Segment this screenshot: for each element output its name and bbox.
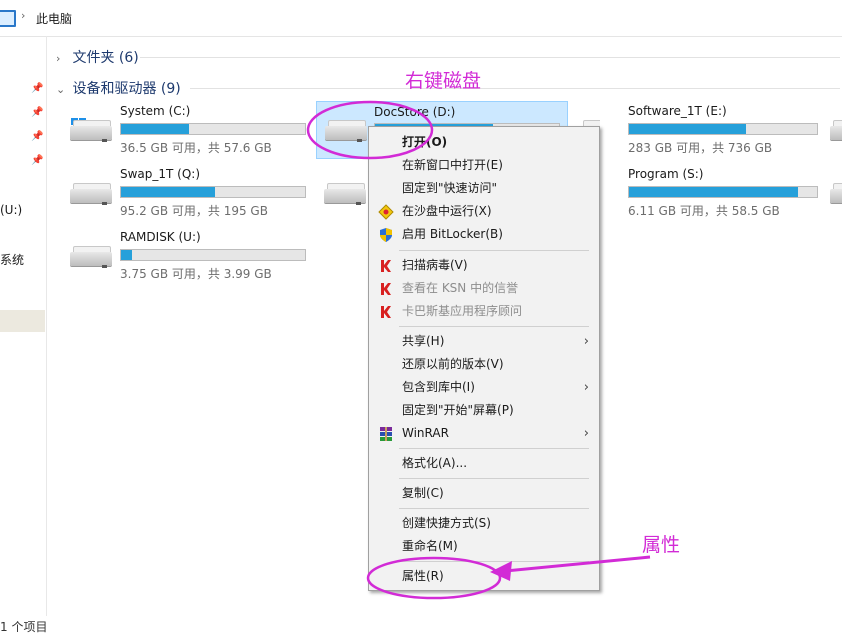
- pin-icon: 📌: [31, 107, 44, 118]
- drive-tile[interactable]: Swap_1T (Q:) 95.2 GB 可用，共 195 GB: [70, 167, 310, 219]
- drive-icon: [830, 181, 842, 205]
- drive-usage-bar: [120, 186, 306, 198]
- breadcrumb-this-pc[interactable]: 此电脑: [36, 10, 72, 27]
- drive-space-info: 36.5 GB 可用，共 57.6 GB: [120, 141, 272, 155]
- drives-group-header[interactable]: ⌄ 设备和驱动器 (9): [56, 78, 840, 98]
- navigation-pane[interactable]: 📌 📌 📌 📌 (U:) 系统: [0, 36, 47, 616]
- menu-item-pin-quick-access[interactable]: 固定到"快速访问": [369, 177, 599, 200]
- menu-item-pin-start[interactable]: 固定到"开始"屏幕(P): [369, 399, 599, 422]
- drive-tile[interactable]: Software_1T (E:) 283 GB 可用，共 736 GB: [578, 104, 818, 156]
- menu-item-create-shortcut[interactable]: 创建快捷方式(S): [369, 512, 599, 535]
- nav-item-system[interactable]: 系统: [0, 251, 24, 268]
- nav-item-ramdisk[interactable]: (U:): [0, 203, 22, 217]
- folders-group-label: 文件夹 (6): [72, 50, 139, 66]
- drives-group-label: 设备和驱动器 (9): [72, 81, 181, 97]
- drive-tile[interactable]: RAMDISK (U:) 3.75 GB 可用，共 3.99 GB: [70, 230, 310, 282]
- drive-tile[interactable]: Program (S:) 6.11 GB 可用，共 58.5 GB: [578, 167, 818, 219]
- menu-item-rename[interactable]: 重命名(M): [369, 535, 599, 558]
- kaspersky-icon: [381, 260, 391, 272]
- menu-item-scan-virus[interactable]: 扫描病毒(V): [369, 254, 599, 277]
- drive-icon: [325, 118, 367, 142]
- drive-usage-bar: [120, 123, 306, 135]
- chevron-right-icon: ›: [583, 380, 589, 395]
- drive-tile-partial[interactable]: [830, 181, 842, 233]
- menu-item-kaspersky-advisor[interactable]: 卡巴斯基应用程序顾问: [369, 300, 599, 323]
- chevron-down-icon: ⌄: [56, 83, 66, 96]
- drive-space-info: 3.75 GB 可用，共 3.99 GB: [120, 267, 272, 281]
- nav-item-selected[interactable]: [0, 310, 45, 332]
- menu-item-open-new-window[interactable]: 在新窗口中打开(E): [369, 154, 599, 177]
- this-pc-icon: [0, 10, 16, 27]
- drive-icon: [70, 244, 112, 268]
- windows-drive-icon: [70, 118, 112, 142]
- menu-item-format[interactable]: 格式化(A)...: [369, 452, 599, 475]
- annotation-properties: 属性: [642, 534, 681, 556]
- folders-group-header[interactable]: › 文件夹 (6): [56, 47, 840, 67]
- context-menu[interactable]: 打开(O) 在新窗口中打开(E) 固定到"快速访问" 在沙盘中运行(X) 启用 …: [368, 126, 600, 591]
- drive-icon: [830, 118, 842, 142]
- chevron-right-icon: ›: [583, 334, 589, 349]
- drive-tile[interactable]: [324, 167, 368, 219]
- menu-item-share[interactable]: 共享(H) ›: [369, 330, 599, 353]
- pin-icon: 📌: [31, 155, 44, 166]
- shield-icon: [380, 228, 392, 242]
- menu-item-restore-versions[interactable]: 还原以前的版本(V): [369, 353, 599, 376]
- pin-icon: 📌: [31, 131, 44, 142]
- winrar-icon: [380, 427, 392, 441]
- drive-name: DocStore (D:): [374, 105, 456, 119]
- chevron-right-icon: ›: [583, 426, 589, 441]
- drive-space-info: 95.2 GB 可用，共 195 GB: [120, 204, 268, 218]
- menu-item-include-library[interactable]: 包含到库中(I) ›: [369, 376, 599, 399]
- drive-usage-bar: [628, 123, 818, 135]
- breadcrumb-chevron-icon[interactable]: ›: [21, 9, 25, 22]
- menu-item-ksn-reputation[interactable]: 查看在 KSN 中的信誉: [369, 277, 599, 300]
- drive-usage-bar: [628, 186, 818, 198]
- drive-name: System (C:): [120, 104, 191, 118]
- drive-usage-bar: [120, 249, 306, 261]
- drive-tile[interactable]: System (C:) 36.5 GB 可用，共 57.6 GB: [70, 104, 310, 156]
- drive-icon: [70, 181, 112, 205]
- drive-name: Program (S:): [628, 167, 704, 181]
- annotation-right-click-disk: 右键磁盘: [405, 70, 482, 92]
- drive-name: RAMDISK (U:): [120, 230, 201, 244]
- address-bar[interactable]: › 此电脑: [0, 0, 842, 37]
- menu-item-run-sandbox[interactable]: 在沙盘中运行(X): [369, 200, 599, 223]
- drive-space-info: 6.11 GB 可用，共 58.5 GB: [628, 204, 780, 218]
- drive-icon: [324, 181, 366, 205]
- pin-icon: 📌: [31, 83, 44, 94]
- kaspersky-icon: [381, 283, 391, 295]
- drive-tile-partial[interactable]: [830, 118, 842, 170]
- menu-item-open[interactable]: 打开(O): [369, 131, 599, 154]
- drive-space-info: 283 GB 可用，共 736 GB: [628, 141, 773, 155]
- menu-item-properties[interactable]: 属性(R): [369, 565, 599, 588]
- status-item-count: 1 个项目: [0, 620, 48, 634]
- sandbox-icon: [378, 204, 394, 220]
- menu-item-winrar[interactable]: WinRAR ›: [369, 422, 599, 445]
- drive-name: Software_1T (E:): [628, 104, 727, 118]
- kaspersky-icon: [381, 306, 391, 318]
- menu-item-copy[interactable]: 复制(C): [369, 482, 599, 505]
- chevron-right-icon: ›: [56, 52, 61, 65]
- drive-name: Swap_1T (Q:): [120, 167, 201, 181]
- menu-item-bitlocker[interactable]: 启用 BitLocker(B): [369, 223, 599, 246]
